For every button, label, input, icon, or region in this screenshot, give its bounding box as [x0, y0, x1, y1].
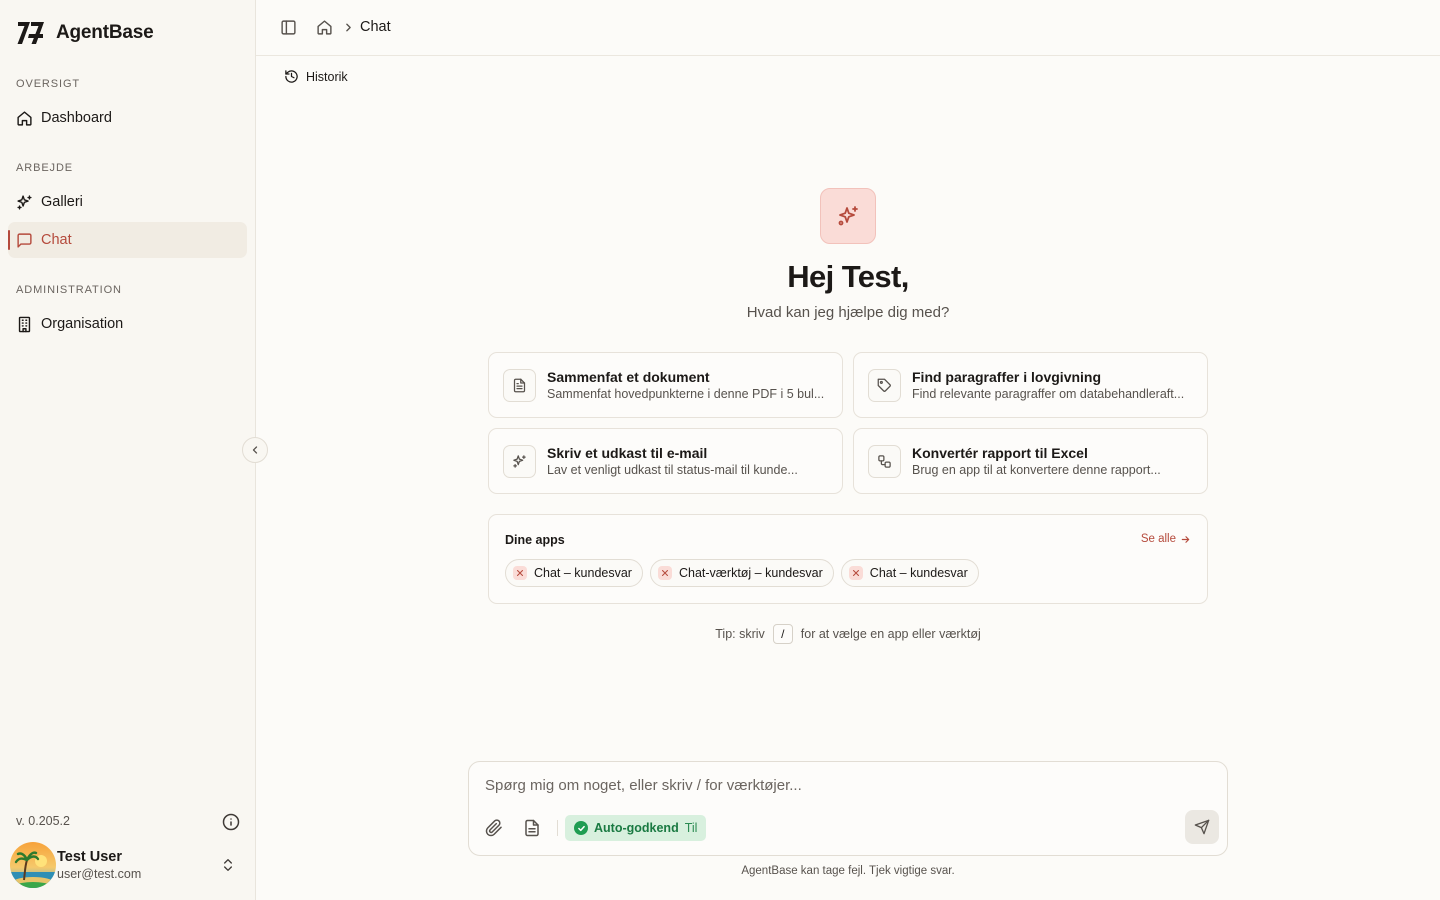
section-label-administration: ADMINISTRATION [16, 284, 122, 296]
slash-tip: Tip: skriv / for at vælge en app eller v… [648, 624, 1048, 644]
greeting-subtitle: Hvad kan jeg hjælpe dig med? [746, 304, 950, 321]
send-icon [1194, 819, 1210, 835]
tip-prefix: Tip: skriv [715, 627, 765, 641]
app-version: v. 0.205.2 [16, 814, 70, 828]
section-label-arbejde: ARBEJDE [16, 162, 74, 174]
info-icon[interactable] [222, 813, 240, 831]
disclaimer-text: AgentBase kan tage fejl. Tjek vigtige sv… [741, 865, 955, 877]
app-chip-label: Chat – kundesvar [534, 566, 632, 580]
auto-approve-label: Auto-godkend [594, 821, 679, 835]
suggestion-icon-box [868, 445, 901, 478]
toggle-sidebar-icon[interactable] [280, 19, 297, 36]
sidebar-item-label: Galleri [41, 194, 83, 210]
suggestion-description: Lav et venligt udkast til status-mail ti… [547, 463, 798, 477]
app-chip[interactable]: Chat – kundesvar [505, 559, 643, 587]
sparkles-icon [17, 194, 32, 210]
collapse-sidebar-button[interactable] [242, 437, 268, 463]
user-email: user@test.com [57, 867, 142, 881]
sidebar-item-chat[interactable]: Chat [8, 222, 247, 258]
file-text-icon [513, 378, 526, 393]
apps-heading: Dine apps [505, 533, 565, 547]
your-apps-panel: Dine apps Se alle Chat – kundesvar Chat-… [488, 514, 1208, 604]
app-icon [657, 566, 672, 580]
suggestion-icon-box [868, 369, 901, 402]
chat-composer: Auto-godkend Til [468, 761, 1228, 856]
chevron-left-icon [252, 446, 258, 454]
suggestion-description: Sammenfat hovedpunkterne i denne PDF i 5… [547, 387, 825, 401]
app-icon [848, 566, 863, 580]
suggestion-title: Skriv et udkast til e-mail [547, 445, 708, 461]
workflow-icon [878, 455, 891, 468]
sidebar-item-galleri[interactable]: Galleri [8, 184, 247, 220]
suggestion-description: Brug en app til at konvertere denne rapp… [912, 463, 1161, 477]
sparkles-icon [838, 206, 858, 226]
app-chip[interactable]: Chat – kundesvar [840, 559, 979, 587]
sidebar-item-organisation[interactable]: Organisation [8, 306, 247, 342]
document-icon[interactable] [523, 819, 541, 837]
see-all-label: Se alle [1140, 533, 1176, 545]
sidebar-item-label: Chat [41, 232, 72, 248]
suggestion-card-summarize[interactable]: Sammenfat et dokument Sammenfat hovedpun… [488, 352, 843, 418]
arrow-right-icon [1181, 535, 1190, 543]
avatar [10, 842, 56, 888]
app-chip-label: Chat-værktøj – kundesvar [678, 566, 823, 580]
top-bar: Chat [256, 0, 1440, 56]
greeting-title: Hej Test, [787, 259, 909, 294]
auto-approve-state: Til [684, 821, 698, 835]
app-name: AgentBase [56, 22, 154, 43]
auto-approve-toggle[interactable]: Auto-godkend Til [565, 815, 707, 841]
app-chip-list: Chat – kundesvar Chat-værktøj – kundesva… [505, 559, 979, 587]
suggestion-title: Sammenfat et dokument [547, 369, 710, 385]
tip-key: / [772, 624, 793, 644]
breadcrumb-current: Chat [360, 19, 391, 35]
message-square-icon [17, 232, 32, 248]
tip-suffix: for at vælge en app eller værktøj [800, 627, 981, 641]
see-all-link[interactable]: Se alle [1141, 533, 1191, 545]
app-icon [513, 566, 527, 580]
suggestion-description: Find relevante paragraffer om databehand… [912, 387, 1185, 401]
chevrons-up-down-icon[interactable] [220, 857, 236, 873]
history-button[interactable]: Historik [284, 69, 348, 84]
history-icon [285, 70, 298, 83]
chat-input[interactable] [485, 777, 1205, 794]
app-chip-label: Chat – kundesvar [869, 566, 968, 580]
sparkles-icon [513, 455, 526, 468]
suggestion-card-email[interactable]: Skriv et udkast til e-mail Lav et venlig… [488, 428, 843, 494]
suggestion-icon-box [503, 369, 536, 402]
send-button[interactable] [1185, 810, 1219, 844]
suggestion-title: Find paragraffer i lovgivning [912, 369, 1102, 385]
suggestion-card-excel[interactable]: Konvertér rapport til Excel Brug en app … [853, 428, 1208, 494]
toolbar-divider [557, 820, 558, 836]
suggestion-card-legislation[interactable]: Find paragraffer i lovgivning Find relev… [853, 352, 1208, 418]
history-label: Historik [306, 69, 348, 84]
breadcrumb-home-icon[interactable] [316, 19, 333, 36]
home-icon [17, 110, 32, 126]
sidebar-item-dashboard[interactable]: Dashboard [8, 100, 247, 136]
app-chip[interactable]: Chat-værktøj – kundesvar [649, 559, 834, 587]
section-label-oversigt: OVERSIGT [16, 78, 81, 90]
check-circle-icon [574, 821, 588, 835]
assistant-icon [820, 188, 876, 244]
building-icon [18, 316, 31, 332]
sidebar-item-label: Organisation [41, 316, 124, 332]
sidebar-item-label: Dashboard [41, 110, 112, 126]
paperclip-icon[interactable] [485, 819, 503, 837]
suggestion-icon-box [503, 445, 536, 478]
tag-icon [877, 378, 891, 392]
user-name: Test User [57, 849, 123, 865]
sidebar: AgentBase OVERSIGT Dashboard ARBEJDE Gal… [0, 0, 256, 900]
suggestion-title: Konvertér rapport til Excel [912, 445, 1088, 461]
chevron-right-icon [346, 23, 351, 32]
user-menu[interactable]: Test User user@test.com [10, 840, 248, 890]
app-logo[interactable]: AgentBase [16, 20, 154, 46]
logo-icon [17, 22, 44, 44]
